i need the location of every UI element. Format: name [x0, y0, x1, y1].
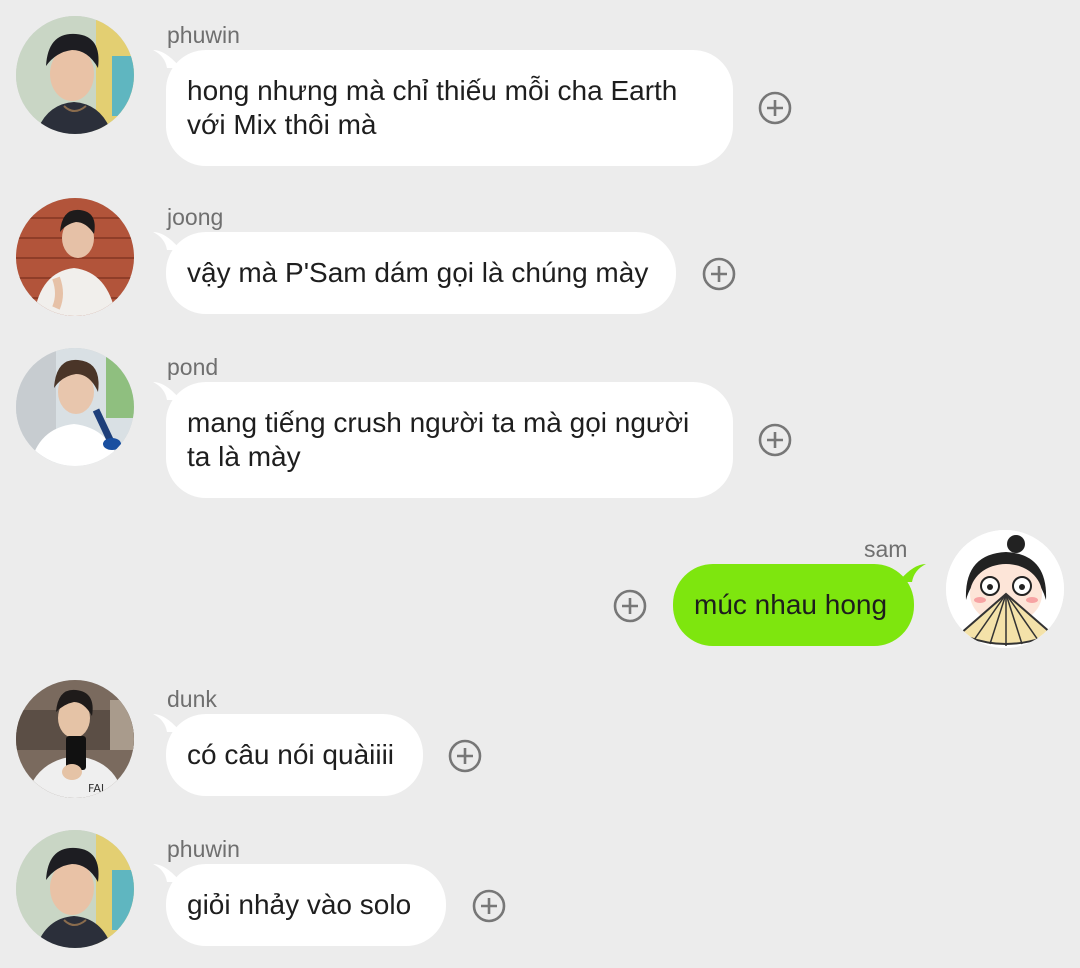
plus-circle-icon	[613, 589, 647, 623]
sam-avatar-image	[946, 530, 1064, 648]
add-reaction-button[interactable]	[758, 423, 792, 457]
avatar-phuwin[interactable]	[16, 16, 134, 134]
message-bubble[interactable]: có câu nói quàiiii	[166, 714, 423, 796]
plus-circle-icon	[758, 423, 792, 457]
add-reaction-button[interactable]	[758, 91, 792, 125]
plus-circle-icon	[758, 91, 792, 125]
message-bubble[interactable]: hong nhưng mà chỉ thiếu mỗi cha Earth vớ…	[166, 50, 733, 166]
sender-name: phuwin	[167, 22, 240, 48]
plus-circle-icon	[702, 257, 736, 291]
phuwin-avatar-image	[16, 16, 134, 134]
add-reaction-button[interactable]	[613, 589, 647, 623]
sender-name: sam	[864, 536, 908, 562]
message-text: giỏi nhảy vào solo	[187, 889, 412, 920]
plus-circle-icon	[472, 889, 506, 923]
message-text: vậy mà P'Sam dám gọi là chúng mày	[187, 257, 649, 288]
pond-avatar-image	[16, 348, 134, 466]
joong-avatar-image	[16, 198, 134, 316]
avatar-pond[interactable]	[16, 348, 134, 466]
message-text: hong nhưng mà chỉ thiếu mỗi cha Earth vớ…	[187, 75, 678, 140]
message-bubble[interactable]: múc nhau hong	[673, 564, 914, 646]
sender-name: pond	[167, 354, 219, 380]
add-reaction-button[interactable]	[702, 257, 736, 291]
sender-name: dunk	[167, 686, 217, 712]
message-bubble[interactable]: vậy mà P'Sam dám gọi là chúng mày	[166, 232, 676, 314]
add-reaction-button[interactable]	[448, 739, 482, 773]
avatar-joong[interactable]	[16, 198, 134, 316]
dunk-avatar-image: FAL	[16, 680, 134, 798]
message-text: có câu nói quàiiii	[187, 739, 395, 770]
sender-name: joong	[167, 204, 224, 230]
svg-text:FAL: FAL	[88, 782, 108, 795]
message-bubble[interactable]: mang tiếng crush người ta mà gọi người t…	[166, 382, 733, 498]
phuwin-avatar-image	[16, 830, 134, 948]
message-bubble[interactable]: giỏi nhảy vào solo	[166, 864, 446, 946]
plus-circle-icon	[448, 739, 482, 773]
message-text: múc nhau hong	[694, 589, 888, 620]
avatar-dunk[interactable]: FAL	[16, 680, 134, 798]
avatar-phuwin[interactable]	[16, 830, 134, 948]
add-reaction-button[interactable]	[472, 889, 506, 923]
sender-name: phuwin	[167, 836, 240, 862]
avatar-sam[interactable]	[946, 530, 1064, 648]
message-text: mang tiếng crush người ta mà gọi người t…	[187, 407, 690, 472]
